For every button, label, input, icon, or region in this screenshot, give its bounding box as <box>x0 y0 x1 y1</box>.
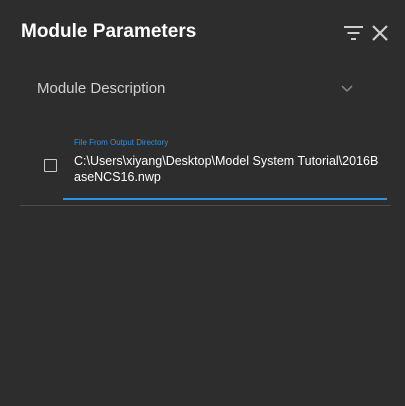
module-description-dropdown[interactable]: Module Description <box>37 78 357 102</box>
chevron-down-icon <box>341 85 353 93</box>
panel-title: Module Parameters <box>21 21 197 42</box>
module-description-label: Module Description <box>37 80 166 97</box>
field-underline <box>63 198 387 200</box>
divider <box>20 205 391 206</box>
close-icon <box>372 25 388 41</box>
field-value[interactable]: C:\Users\xiyang\Desktop\Model System Tut… <box>74 153 384 185</box>
file-from-output-directory-field[interactable]: File From Output Directory C:\Users\xiya… <box>63 137 387 200</box>
filter-icon <box>344 26 363 40</box>
field-label: File From Output Directory <box>74 138 169 147</box>
filter-button[interactable] <box>344 25 364 41</box>
panel-header: Module Parameters <box>21 20 391 46</box>
parameter-checkbox[interactable] <box>44 159 57 172</box>
close-button[interactable] <box>371 24 389 42</box>
module-parameters-panel: Module Parameters Module Description Fil… <box>0 0 405 406</box>
